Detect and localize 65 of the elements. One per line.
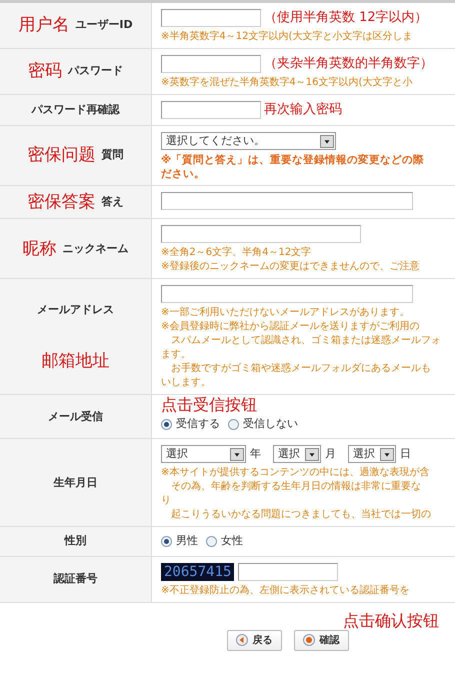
hint-text: その為、年齢を判断する生年月日の情報は非常に重要な bbox=[170, 480, 422, 494]
hint-text: いします。 bbox=[161, 376, 212, 390]
annotation: 密保答案 bbox=[28, 192, 96, 212]
radio-button[interactable] bbox=[161, 418, 172, 430]
annotation: 点击确认按钮 bbox=[343, 610, 439, 632]
input-field[interactable] bbox=[161, 55, 261, 73]
hint-text: お手数ですがゴミ箱や迷惑メールフォルダにあるメールも bbox=[170, 362, 432, 376]
annotation: 点击受信按钮 bbox=[161, 396, 258, 414]
select-dropdown[interactable]: 選択してください。 bbox=[161, 132, 336, 150]
hint-text: ださい。 bbox=[161, 167, 206, 181]
annotation: 密码 bbox=[28, 61, 62, 82]
hint-text: ※一部ご利用いただけないメールアドレスがあります。 bbox=[161, 306, 410, 320]
select-dropdown[interactable]: 選択 bbox=[348, 445, 396, 464]
input-field[interactable] bbox=[161, 225, 361, 244]
radio-button[interactable] bbox=[228, 418, 239, 430]
hint-text: ※英数字を混ぜた半角英数字4～16文字以内(大文字と小 bbox=[161, 76, 414, 90]
field-label: 認証番号 bbox=[54, 571, 98, 588]
input-field[interactable] bbox=[238, 562, 338, 581]
radio-button[interactable] bbox=[206, 536, 217, 548]
circle-icon bbox=[302, 634, 314, 646]
field-label: ニックネーム bbox=[62, 240, 128, 257]
field-label: 生年月日 bbox=[54, 474, 98, 491]
radio-option[interactable]: 女性 bbox=[206, 533, 243, 550]
select-dropdown[interactable]: 選択 bbox=[161, 445, 246, 464]
hint-text: スパムメールとして認識され、ゴミ箱または迷惑メールフォ bbox=[170, 334, 442, 348]
input-field[interactable] bbox=[161, 285, 413, 304]
input-field[interactable] bbox=[161, 192, 413, 210]
field-label: メール受信 bbox=[48, 408, 103, 425]
captcha-image: 20657415 bbox=[161, 562, 234, 581]
annotation: 用户名 bbox=[18, 15, 70, 36]
annotation: 密保问题 bbox=[28, 145, 96, 166]
hint-text: ※全角2～6文字、半角4～12文字 bbox=[161, 246, 312, 260]
field-label: パスワード bbox=[68, 63, 123, 80]
hint-text: 起こりうるいかなる問題につきましても、当社では一切の bbox=[170, 508, 432, 522]
hint-text: ※会員登録時に弊社から認証メールを送りますがご利用の bbox=[161, 320, 420, 334]
confirm-button[interactable]: 確認 bbox=[294, 630, 348, 651]
radio-option[interactable]: 男性 bbox=[161, 533, 198, 550]
radio-option[interactable]: 受信する bbox=[161, 416, 220, 432]
select-dropdown[interactable]: 選択 bbox=[273, 445, 321, 464]
field-label: ユーザーID bbox=[75, 17, 133, 34]
field-label: 質問 bbox=[102, 147, 124, 164]
annotation: （使用半角英数 12字以内） bbox=[264, 10, 428, 26]
unit-label: 年 bbox=[250, 446, 261, 462]
hint-text: ※「質問と答え」は、重要な登録情報の変更などの際 bbox=[161, 153, 426, 167]
hint-text: ※登録後のニックネームの変更はできませんので、ご注意 bbox=[161, 260, 420, 274]
annotation: 邮箱地址 bbox=[42, 351, 110, 372]
unit-label: 日 bbox=[400, 446, 411, 462]
hint-text: ます。 bbox=[161, 348, 192, 362]
field-label: パスワード再確認 bbox=[32, 102, 120, 118]
annotation: （夹杂半角英数的半角数字） bbox=[264, 56, 433, 72]
radio-button[interactable] bbox=[161, 536, 172, 548]
radio-option[interactable]: 受信しない bbox=[228, 416, 298, 432]
hint-text: ※不正登録防止の為、左側に表示されている認証番号を bbox=[161, 584, 410, 598]
annotation: 昵称 bbox=[22, 238, 56, 260]
hint-text: ※半角英数字4～12文字以内(大文字と小文字は区分しま bbox=[161, 30, 414, 44]
field-label: 答え bbox=[102, 194, 124, 210]
field-label: メールアドレス bbox=[37, 302, 114, 318]
hint-text: ※本サイトが提供するコンテンツの中には、過激な表現が含 bbox=[161, 466, 430, 480]
input-field[interactable] bbox=[161, 9, 261, 27]
field-label: 性別 bbox=[64, 533, 86, 550]
input-field[interactable] bbox=[161, 101, 261, 119]
unit-label: 月 bbox=[325, 446, 336, 462]
back-button[interactable]: 戻る bbox=[226, 630, 282, 651]
hint-text: り bbox=[161, 494, 172, 508]
annotation: 再次输入密码 bbox=[264, 102, 342, 118]
